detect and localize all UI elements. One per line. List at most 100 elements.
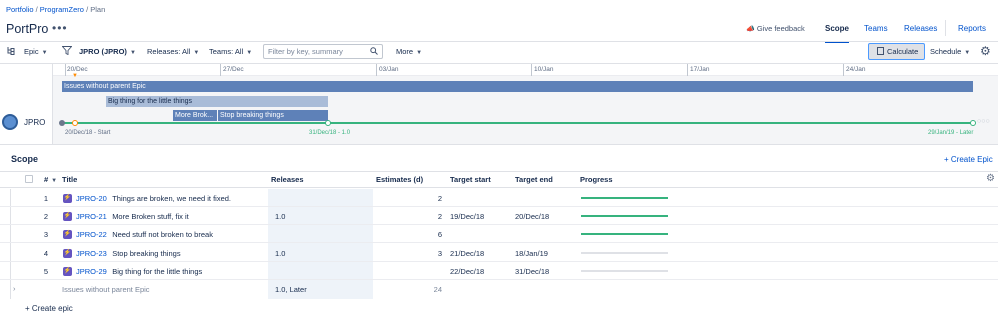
expand-chevron-icon[interactable]: › bbox=[13, 284, 16, 293]
issue-summary[interactable]: Things are broken, we need it fixed. bbox=[112, 194, 231, 203]
target-end-cell[interactable]: 20/Dec/18 bbox=[515, 212, 549, 221]
timeline-bar[interactable]: Big thing for the little things bbox=[106, 96, 328, 107]
release-cell[interactable]: 1.0 bbox=[275, 212, 285, 221]
tab-reports[interactable]: Reports bbox=[958, 24, 986, 41]
target-start-cell[interactable]: 21/Dec/18 bbox=[450, 249, 484, 258]
epic-icon: ⚡ bbox=[63, 193, 72, 203]
timeline-date: 17/Jan bbox=[690, 66, 710, 73]
release-marker-1-0[interactable] bbox=[325, 120, 331, 126]
settings-gear-icon[interactable]: ⚙ bbox=[980, 44, 991, 58]
schedule-menu[interactable]: Schedule ▼ bbox=[930, 47, 970, 56]
breadcrumb-program[interactable]: ProgramZero bbox=[40, 5, 84, 14]
project-select-label: JPRO (JPRO) bbox=[79, 47, 127, 56]
breadcrumb: Portfolio / ProgramZero / Plan bbox=[6, 5, 105, 14]
estimate-cell[interactable]: 2 bbox=[376, 212, 442, 221]
column-header-progress: Progress bbox=[580, 175, 613, 184]
calculate-button[interactable]: Calculate bbox=[868, 43, 925, 60]
target-end-cell[interactable]: 18/Jan/19 bbox=[515, 249, 548, 258]
header-divider bbox=[0, 41, 998, 42]
column-settings-icon[interactable]: ⚙ bbox=[986, 173, 998, 187]
table-header bbox=[0, 171, 998, 188]
issue-summary[interactable]: More Broken stuff, fix it bbox=[112, 212, 189, 221]
column-header-estimates: Estimates (d) bbox=[376, 175, 424, 184]
estimate-cell[interactable]: 6 bbox=[376, 230, 442, 239]
issue-key-link[interactable]: JPRO-29 bbox=[76, 267, 107, 276]
progress-bar bbox=[581, 252, 668, 254]
create-epic-button[interactable]: + Create epic bbox=[25, 304, 73, 313]
issue-key-link[interactable]: JPRO-22 bbox=[76, 230, 107, 239]
row-number: 5 bbox=[43, 267, 48, 276]
estimate-cell[interactable]: 3 bbox=[376, 249, 442, 258]
timeline-tick bbox=[843, 64, 844, 76]
hierarchy-select[interactable]: Epic ▼ bbox=[24, 47, 48, 56]
search-icon bbox=[370, 47, 378, 57]
release-cell[interactable]: 1.0 bbox=[275, 249, 285, 258]
epic-icon: ⚡ bbox=[63, 229, 72, 239]
progress-bar bbox=[581, 233, 668, 235]
more-actions-icon[interactable]: ••• bbox=[52, 21, 68, 35]
column-header-target-end: Target end bbox=[515, 175, 553, 184]
give-feedback-label: Give feedback bbox=[756, 24, 805, 33]
progress-fill bbox=[581, 197, 668, 199]
row-number: 1 bbox=[43, 194, 48, 203]
calculate-label: Calculate bbox=[887, 47, 919, 56]
project-avatar bbox=[2, 114, 18, 130]
orphan-estimate: 24 bbox=[433, 285, 442, 294]
target-end-cell[interactable]: 31/Dec/18 bbox=[515, 267, 549, 276]
release-track bbox=[62, 122, 974, 124]
timeline-bar[interactable]: Issues without parent Epic bbox=[62, 81, 973, 92]
releases-filter-label: Releases: All bbox=[147, 47, 191, 56]
column-header-number[interactable]: # ▼ bbox=[44, 175, 57, 184]
issue-key-link[interactable]: JPRO-21 bbox=[76, 212, 107, 221]
give-feedback-link[interactable]: 📣 Give feedback bbox=[746, 24, 805, 33]
timeline-bar[interactable]: More Brok... bbox=[173, 110, 217, 121]
orphan-label: Issues without parent Epic bbox=[62, 285, 150, 294]
timeline-date: 10/Jan bbox=[534, 66, 554, 73]
calculator-icon bbox=[877, 47, 884, 55]
target-start-cell[interactable]: 22/Dec/18 bbox=[450, 267, 484, 276]
timeline-tick bbox=[220, 64, 221, 76]
chevron-down-icon: ▼ bbox=[193, 50, 200, 56]
teams-filter[interactable]: Teams: All ▼ bbox=[209, 47, 252, 56]
row-number: 4 bbox=[43, 249, 48, 258]
scope-title: Scope bbox=[11, 154, 39, 164]
timeline-divider[interactable] bbox=[0, 144, 998, 145]
search-input[interactable] bbox=[263, 44, 383, 59]
column-header-releases: Releases bbox=[271, 175, 304, 184]
target-start-cell[interactable]: 19/Dec/18 bbox=[450, 212, 484, 221]
column-header-target-start: Target start bbox=[450, 175, 491, 184]
issue-summary[interactable]: Stop breaking things bbox=[112, 249, 180, 258]
timeline-date: 03/Jan bbox=[379, 66, 399, 73]
tab-divider bbox=[945, 20, 946, 36]
issue-key-link[interactable]: JPRO-23 bbox=[76, 249, 107, 258]
releases-filter[interactable]: Releases: All ▼ bbox=[147, 47, 199, 56]
tab-releases[interactable]: Releases bbox=[904, 24, 937, 41]
issue-summary[interactable]: Need stuff not broken to break bbox=[112, 230, 213, 239]
chevron-down-icon: ▼ bbox=[129, 50, 136, 56]
progress-fill bbox=[581, 215, 668, 217]
estimate-cell[interactable]: 2 bbox=[376, 194, 442, 203]
hierarchy-select-label: Epic bbox=[24, 47, 39, 56]
more-menu-label: More bbox=[396, 47, 414, 56]
filter-icon[interactable] bbox=[61, 46, 73, 57]
release-marker-later[interactable] bbox=[970, 120, 976, 126]
tab-teams[interactable]: Teams bbox=[864, 24, 888, 41]
chevron-down-icon: ▼ bbox=[964, 50, 971, 56]
breadcrumb-portfolio[interactable]: Portfolio bbox=[6, 5, 34, 14]
create-epic-link[interactable]: + Create Epic bbox=[944, 155, 993, 164]
column-header-number-label: # bbox=[44, 175, 49, 184]
select-all-checkbox[interactable] bbox=[25, 175, 33, 183]
more-menu[interactable]: More ▼ bbox=[396, 47, 422, 56]
epic-icon: ⚡ bbox=[63, 248, 72, 258]
row-number: 2 bbox=[43, 212, 48, 221]
issue-summary[interactable]: Big thing for the little things bbox=[112, 267, 202, 276]
release-marker-start[interactable] bbox=[59, 120, 65, 126]
issue-key-link[interactable]: JPRO-20 bbox=[76, 194, 107, 203]
progress-bar bbox=[581, 215, 668, 217]
breadcrumb-separator: / bbox=[35, 5, 38, 14]
epic-icon: ⚡ bbox=[63, 211, 72, 221]
teams-filter-label: Teams: All bbox=[209, 47, 244, 56]
project-select[interactable]: JPRO (JPRO) ▼ bbox=[79, 47, 136, 56]
project-avatar-label: JPRO bbox=[24, 118, 46, 127]
timeline-bar[interactable]: Stop breaking things bbox=[218, 110, 328, 121]
